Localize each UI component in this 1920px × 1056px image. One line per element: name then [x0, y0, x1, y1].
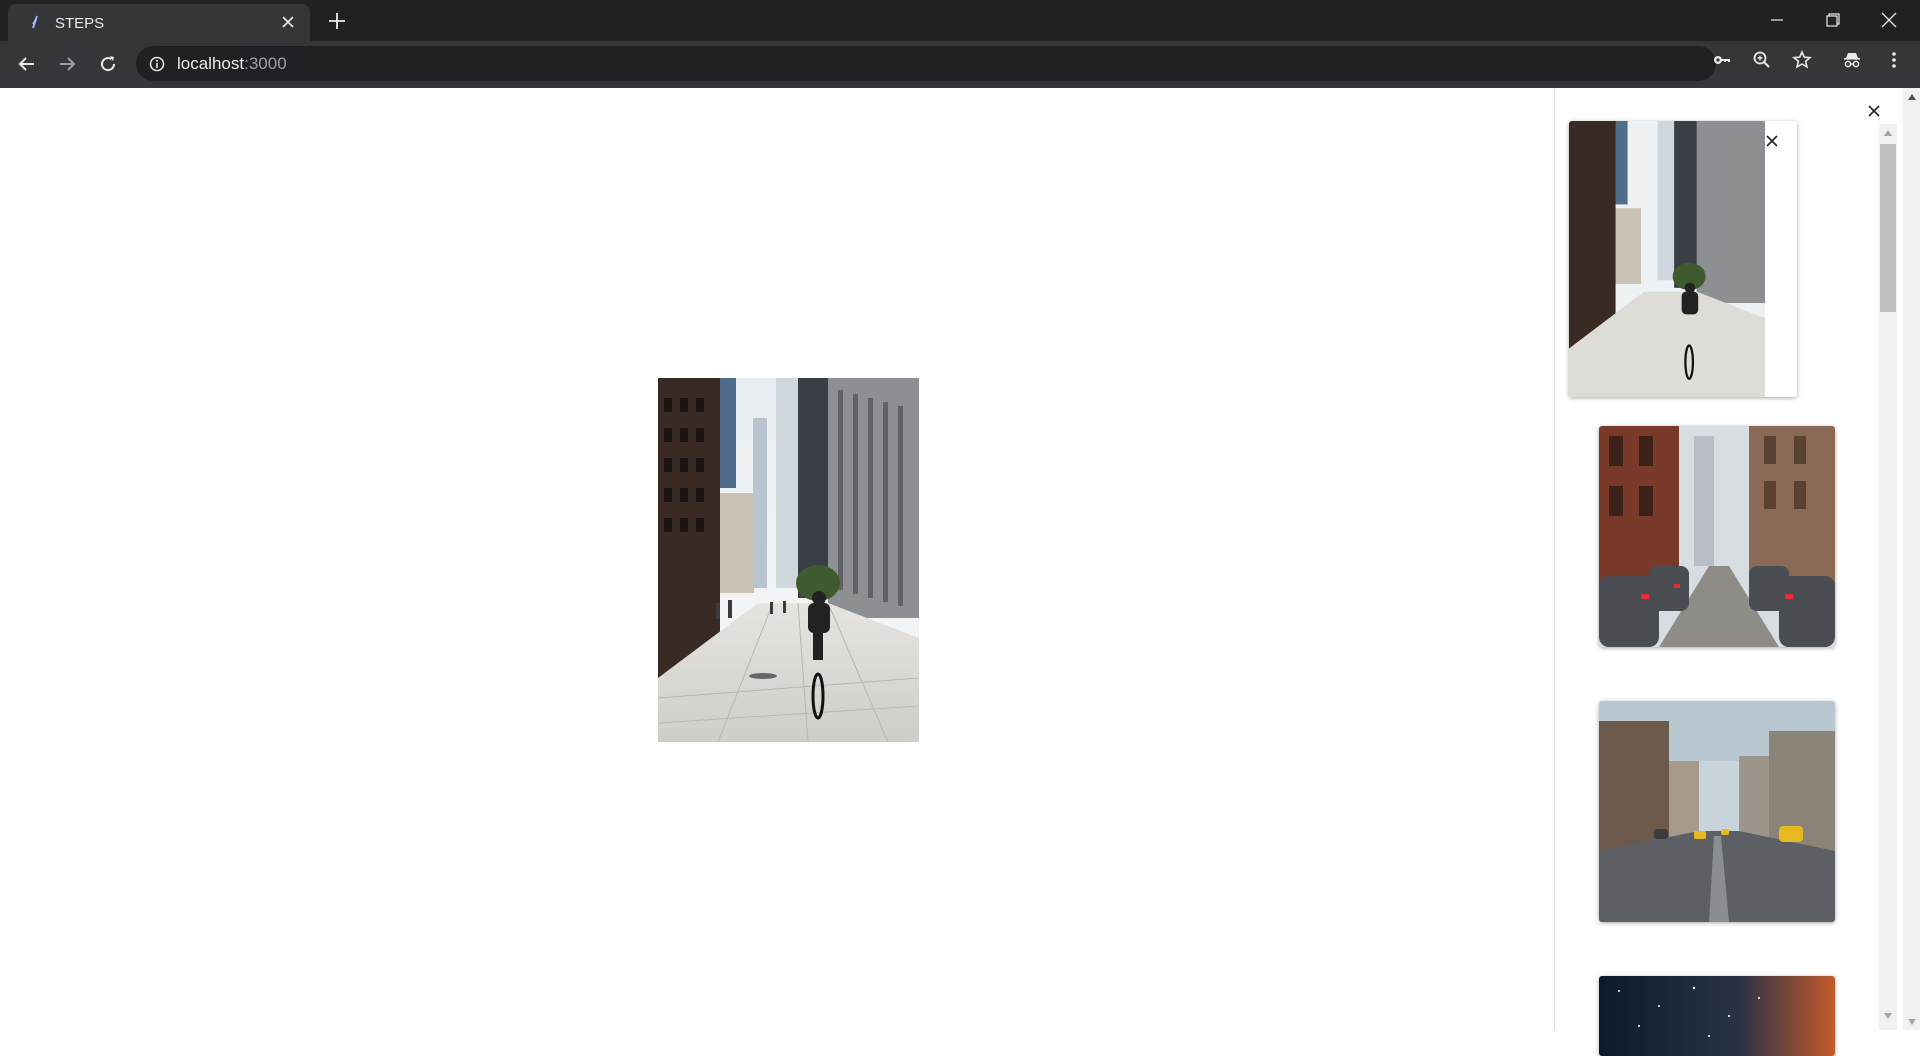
- browser-tab[interactable]: STEPS: [8, 4, 310, 41]
- reload-icon: [101, 56, 116, 72]
- reload-button[interactable]: [93, 49, 123, 79]
- thumbnail-item[interactable]: [1599, 426, 1835, 647]
- zoom-icon[interactable]: [1751, 49, 1773, 71]
- window-close-button[interactable]: [1866, 4, 1912, 36]
- star-icon[interactable]: [1791, 49, 1813, 71]
- restore-button[interactable]: [1810, 4, 1856, 36]
- scroll-up-arrow-icon[interactable]: [1879, 124, 1897, 142]
- remove-thumbnail-icon[interactable]: [1763, 132, 1781, 150]
- kebab-menu-icon[interactable]: [1883, 49, 1905, 71]
- forward-button[interactable]: [52, 49, 82, 79]
- url-host: localhost: [177, 54, 245, 73]
- thumbnail-selected[interactable]: [1569, 121, 1797, 397]
- plus-icon[interactable]: [326, 10, 348, 32]
- arrow-right-icon: [60, 57, 76, 71]
- back-button[interactable]: [12, 49, 42, 79]
- thumbnail-item[interactable]: [1599, 701, 1835, 922]
- steps-favicon-icon: [28, 15, 42, 29]
- thumbnail-item[interactable]: [1599, 976, 1835, 1056]
- info-icon[interactable]: [149, 56, 165, 72]
- tab-title: STEPS: [55, 15, 105, 32]
- main-preview-image: [658, 378, 919, 742]
- browser-toolbar: localhost:3000: [0, 41, 1920, 88]
- page-viewport: [0, 88, 1920, 1056]
- url-text: localhost:3000: [177, 54, 287, 74]
- key-icon[interactable]: [1711, 49, 1733, 71]
- incognito-icon[interactable]: [1841, 49, 1863, 71]
- page-scroll-up-arrow-icon[interactable]: [1903, 88, 1920, 105]
- page-scrollbar[interactable]: [1903, 88, 1920, 1030]
- panel-scrollbar-thumb[interactable]: [1880, 144, 1896, 312]
- page-scroll-down-arrow-icon[interactable]: [1903, 1013, 1920, 1030]
- scroll-down-arrow-icon[interactable]: [1879, 1007, 1897, 1025]
- tab-strip: STEPS: [0, 0, 1920, 41]
- address-bar[interactable]: localhost:3000: [136, 46, 1716, 81]
- close-icon[interactable]: [279, 13, 297, 31]
- arrow-left-icon: [18, 57, 34, 71]
- url-port: :3000: [244, 54, 287, 73]
- minimize-button[interactable]: [1754, 4, 1800, 36]
- panel-close-icon[interactable]: [1865, 102, 1883, 120]
